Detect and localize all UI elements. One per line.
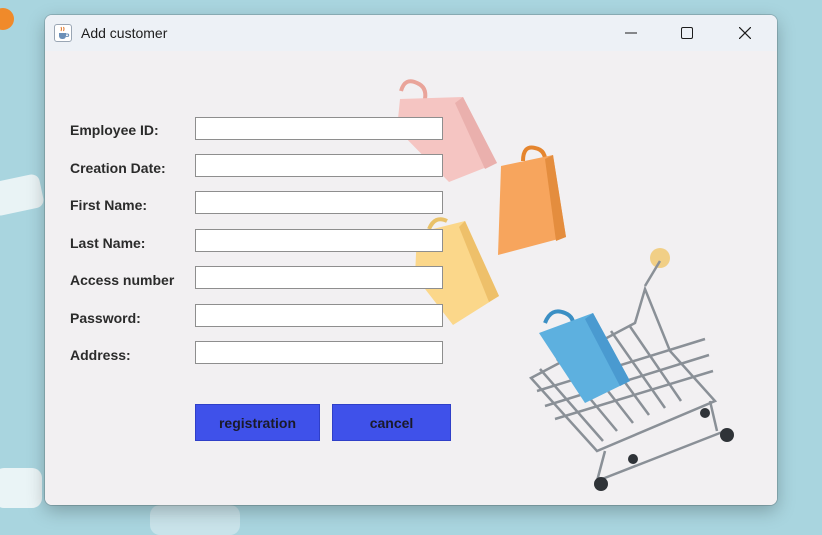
title-bar[interactable]: Add customer	[45, 15, 777, 51]
registration-button[interactable]: registration	[195, 404, 320, 441]
java-cup-icon	[54, 24, 72, 42]
access-number-label: Access number	[70, 272, 175, 288]
employee-id-label: Employee ID:	[70, 122, 159, 138]
employee-id-field[interactable]	[195, 117, 443, 140]
address-field[interactable]	[195, 341, 443, 364]
minimize-button[interactable]	[608, 15, 654, 51]
form-panel: Employee ID: Creation Date: First Name: …	[45, 51, 777, 505]
window-title: Add customer	[81, 25, 168, 41]
desktop-decoration	[0, 468, 42, 508]
last-name-field[interactable]	[195, 229, 443, 252]
access-number-field[interactable]	[195, 266, 443, 289]
minimize-icon	[625, 32, 637, 34]
creation-date-field[interactable]	[195, 154, 443, 177]
close-icon	[739, 27, 751, 39]
first-name-field[interactable]	[195, 191, 443, 214]
creation-date-label: Creation Date:	[70, 160, 166, 176]
password-field[interactable]	[195, 304, 443, 327]
close-button[interactable]	[722, 15, 768, 51]
desktop-decoration	[0, 172, 45, 218]
address-label: Address:	[70, 347, 131, 363]
cancel-button[interactable]: cancel	[332, 404, 451, 441]
first-name-label: First Name:	[70, 197, 148, 213]
add-customer-window: Add customer Employee ID: Creation Date:…	[45, 15, 777, 505]
maximize-icon	[681, 27, 693, 39]
maximize-button[interactable]	[664, 15, 710, 51]
desktop-decoration	[0, 8, 14, 30]
desktop-decoration	[150, 505, 240, 535]
last-name-label: Last Name:	[70, 235, 146, 251]
password-label: Password:	[70, 310, 141, 326]
